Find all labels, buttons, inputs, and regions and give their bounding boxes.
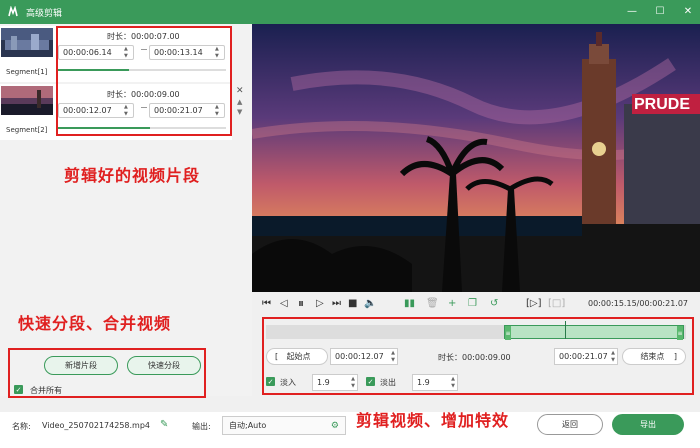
- window-title: 高级剪辑: [26, 8, 63, 19]
- annotation-box-edit: [262, 317, 694, 395]
- new-segment-button[interactable]: 新增片段: [44, 356, 118, 375]
- split-icon[interactable]: ▮▮: [404, 298, 415, 309]
- mark-out-icon[interactable]: [□]: [548, 298, 565, 309]
- chevron-up-icon[interactable]: ▲: [237, 98, 242, 106]
- back-button[interactable]: 返回: [537, 414, 603, 435]
- file-name: Video_250702174258.mp4: [42, 421, 150, 430]
- billboard-text: PRUDE: [634, 96, 690, 113]
- segment-label: Segment[1]: [6, 68, 48, 76]
- edit-name-icon[interactable]: ✎: [160, 419, 168, 430]
- quick-split-button[interactable]: 快速分段: [127, 356, 201, 375]
- delete-icon[interactable]: 🗑: [426, 298, 439, 309]
- add-icon[interactable]: +: [448, 298, 456, 309]
- video-preview[interactable]: PRUDE: [252, 24, 700, 292]
- copy-icon[interactable]: ❐: [468, 298, 477, 309]
- volume-icon[interactable]: 🔈: [364, 298, 376, 309]
- output-label: 输出:: [192, 422, 211, 431]
- bottom-bar: 名称: Video_250702174258.mp4 ✎ 输出: 自动;Auto…: [0, 412, 700, 448]
- stop-icon[interactable]: ■: [348, 298, 357, 309]
- title-bar: 高级剪辑 — ☐ ✕: [0, 0, 700, 24]
- export-button[interactable]: 导出: [612, 414, 684, 435]
- segment-thumbnail[interactable]: [1, 86, 53, 115]
- pause-icon[interactable]: ⏸: [298, 296, 304, 311]
- app-logo-icon: [6, 5, 20, 19]
- output-field[interactable]: 自动;Auto ⚙: [222, 416, 346, 435]
- minimize-icon[interactable]: —: [626, 4, 638, 18]
- maximize-icon[interactable]: ☐: [654, 4, 666, 18]
- time-readout: 00:00:15.15/00:00:21.07: [588, 299, 688, 308]
- annotation-segments-text: 剪辑好的视频片段: [64, 166, 201, 185]
- segment-label: Segment[2]: [6, 126, 48, 134]
- merge-all-checkbox[interactable]: ✓: [14, 385, 23, 394]
- skip-end-icon[interactable]: ⏭: [332, 298, 341, 309]
- mark-in-icon[interactable]: [▷]: [526, 298, 542, 309]
- annotation-box-segments: [56, 26, 232, 136]
- step-forward-icon[interactable]: ▷: [316, 298, 324, 309]
- chevron-down-icon[interactable]: ▼: [237, 108, 242, 116]
- close-icon[interactable]: ✕: [682, 4, 694, 18]
- player-controls: ⏮ ◁ ⏸ ▷ ⏭ ■ 🔈 ▮▮ 🗑 + ❐ ↺ [▷] [□] 00:00:1…: [252, 292, 700, 316]
- gear-icon[interactable]: ⚙: [331, 421, 339, 431]
- annotation-split-text: 快速分段、合并视频: [18, 314, 172, 333]
- skip-start-icon[interactable]: ⏮: [262, 298, 271, 309]
- close-icon[interactable]: ✕: [236, 86, 244, 96]
- merge-all-label: 合并所有: [30, 386, 62, 395]
- segment-thumbnail[interactable]: [1, 28, 53, 57]
- undo-icon[interactable]: ↺: [490, 298, 498, 309]
- step-back-icon[interactable]: ◁: [280, 298, 288, 309]
- annotation-edit-text: 剪辑视频、增加特效: [356, 411, 510, 430]
- name-label: 名称:: [12, 422, 31, 431]
